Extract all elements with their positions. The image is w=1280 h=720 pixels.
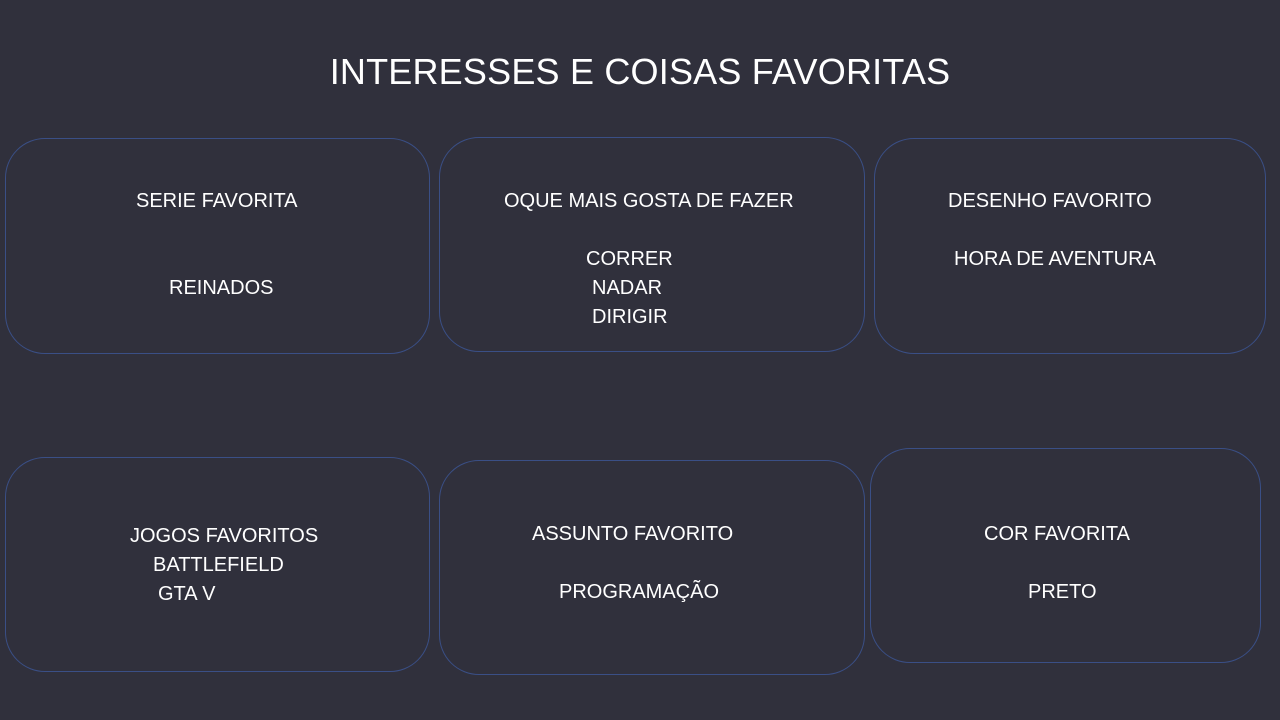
card-heading: JOGOS FAVORITOS bbox=[130, 525, 319, 547]
card-cor-favorita bbox=[870, 448, 1261, 663]
card-item: CORRER bbox=[586, 248, 673, 270]
card-item: PROGRAMAÇÃO bbox=[559, 581, 720, 603]
card-heading: SERIE FAVORITA bbox=[136, 190, 298, 212]
card-heading: ASSUNTO FAVORITO bbox=[532, 523, 734, 545]
card-heading: OQUE MAIS GOSTA DE FAZER bbox=[504, 190, 794, 212]
card-assunto-favorito bbox=[439, 460, 865, 675]
page-title: INTERESSES E COISAS FAVORITAS bbox=[329, 51, 951, 92]
card-item: GTA V bbox=[158, 583, 216, 605]
card-heading: DESENHO FAVORITO bbox=[948, 190, 1152, 212]
card-item: PRETO bbox=[1028, 581, 1097, 603]
card-serie-favorita bbox=[5, 138, 430, 354]
card-item: HORA DE AVENTURA bbox=[954, 248, 1156, 270]
card-item: BATTLEFIELD bbox=[153, 554, 284, 576]
card-heading: COR FAVORITA bbox=[984, 523, 1130, 545]
card-item: NADAR bbox=[592, 277, 663, 299]
card-item: DIRIGIR bbox=[592, 306, 668, 328]
card-item: REINADOS bbox=[169, 277, 274, 299]
